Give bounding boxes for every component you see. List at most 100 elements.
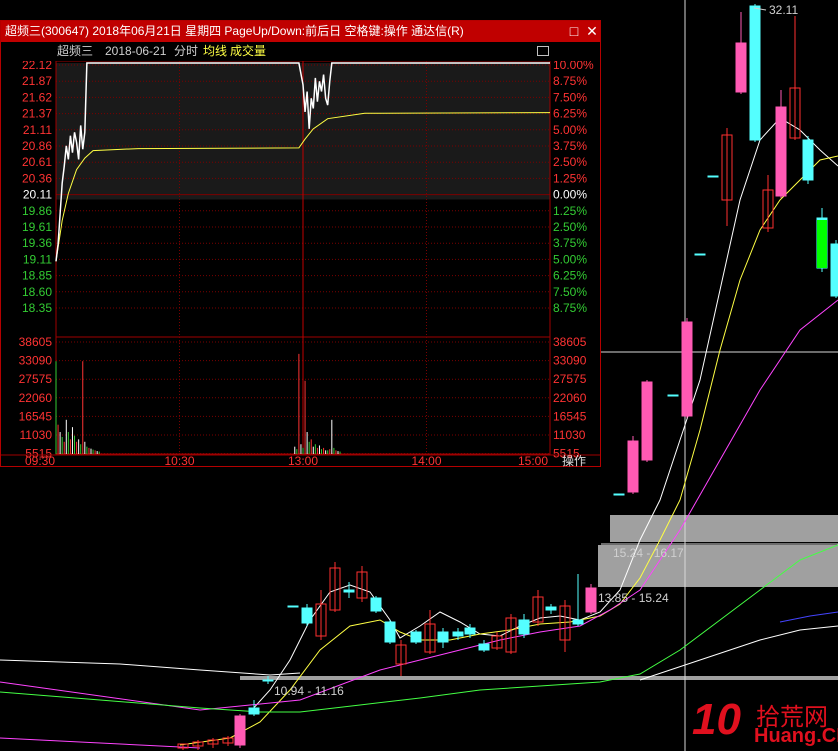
stock-name: 超频三 [57,44,94,58]
candle-body [478,643,490,651]
pct-tick-label: 8.75% [553,301,587,315]
time-tick-label: 09:30 [25,454,55,467]
candle-body [370,597,382,612]
gap-label: 15.24 - 16.17 [613,546,684,560]
candle-body [707,175,719,178]
price-tick-label: 20.11 [23,188,52,202]
pct-tick-label: 2.50% [553,220,587,234]
candle-body [641,381,653,461]
candle-body [287,605,299,608]
price-tick-label: 20.36 [22,171,52,185]
high-price-label: 32.11 [769,3,798,17]
pct-tick-label: 5.00% [553,123,587,137]
volume-tick-label: 22060 [19,391,53,405]
candle-body [817,220,827,268]
candle-body [613,493,625,496]
candle-body [384,621,396,643]
restore-icon[interactable]: □ [566,23,582,39]
minimize-icon[interactable] [537,46,549,56]
price-tick-label: 21.62 [22,90,52,104]
ma120-line [639,625,838,681]
pct-tick-label: 10.00% [553,61,594,72]
pct-tick-label: 2.50% [553,155,587,169]
candle-body [749,5,761,141]
pct-tick-label: 7.50% [553,90,587,104]
popup-title: 超频三(300647) 2018年06月21日 星期四 PageUp/Down:… [5,24,464,38]
candle-body [545,606,557,611]
chart-mode: 分时 [174,44,199,58]
candle-body [343,589,355,593]
candle-body [518,619,530,635]
volume-tick-label: 38605 [19,335,53,349]
candle-body [775,106,787,197]
pct-tick-label: 6.25% [553,269,587,283]
price-tick-label: 20.86 [22,139,52,153]
candle-body [667,394,679,397]
avg-line-legend: 均线 [203,44,228,58]
gap-band [610,515,838,542]
price-tick-label: 21.87 [22,74,52,88]
candle-body [694,253,706,256]
intraday-popup-window[interactable]: 超频三(300647) 2018年06月21日 星期四 PageUp/Down:… [0,20,601,469]
ma20-line [0,737,201,749]
pct-tick-label: 5.00% [553,252,587,266]
price-tick-label: 19.36 [22,236,52,250]
volume-legend: 成交量 [230,44,267,58]
price-tick-label: 22.12 [22,61,52,72]
pct-tick-label: 3.75% [553,236,587,250]
volume-tick-label: 27575 [19,372,53,386]
volume-tick-label: 11030 [20,428,53,442]
gap-label: 10.94 - 11.16 [274,684,344,698]
pct-tick-label: 1.25% [553,204,587,218]
candle-body [585,587,597,613]
candle-body [301,607,313,624]
volume-tick-label: 16545 [19,409,53,423]
ma5-line [0,659,301,676]
candle-body [464,627,476,635]
time-tick-label: 14:00 [411,454,441,467]
ma250-line [779,611,838,623]
pct-tick-label: 7.50% [553,285,587,299]
pct-tick-label: 0.00% [553,188,587,202]
price-tick-label: 19.86 [22,204,52,218]
pct-tick-label: 3.75% [553,139,587,153]
candle-body [262,679,274,682]
candle-body [830,243,838,297]
volume-tick-label: 38605 [553,335,587,349]
candle-body [248,707,260,715]
candle-body [437,631,449,643]
gap-label: 13.85 - 15.24 [598,591,669,605]
candle-body [735,42,747,93]
intraday-chart: 22.12 10.00% 21.87 8.75% 21.62 7.50% 21.37 6.25… [1,61,600,467]
volume-tick-label: 22060 [553,391,587,405]
site-watermark-logo: 10 拾荒网 Huang.CN [692,693,838,751]
gap-band [240,676,838,680]
popup-info-bar: 超频三 2018-06-21 分时 均线 成交量 [1,42,600,60]
candle-body [452,631,464,637]
time-tick-label: 10:30 [164,454,194,467]
candle-body [410,631,422,643]
close-icon[interactable]: ✕ [584,23,600,39]
pct-tick-label: 8.75% [553,74,587,88]
volume-tick-label: 33090 [19,354,53,368]
popup-title-bar[interactable]: 超频三(300647) 2018年06月21日 星期四 PageUp/Down:… [1,21,600,42]
price-tick-label: 19.11 [23,252,52,266]
operate-button[interactable]: 操作 [562,452,586,469]
candle-body [572,619,584,625]
price-tick-label: 21.11 [23,123,52,137]
price-tick-label: 19.61 [22,220,52,234]
chart-date: 2018-06-21 [105,44,167,58]
volume-tick-label: 33090 [553,354,587,368]
volume-tick-label: 27575 [553,372,587,386]
price-tick-label: 18.60 [22,285,52,299]
brand-number: 10 [692,695,741,744]
candle-body [234,715,246,746]
price-tick-label: 21.37 [22,107,52,121]
price-tick-label: 20.61 [22,155,52,169]
volume-tick-label: 16545 [553,409,587,423]
candle-body [802,139,814,181]
volume-tick-label: 11030 [553,428,586,442]
candle-body [681,321,693,417]
time-tick-label: 15:00 [518,454,548,467]
time-tick-label: 13:00 [288,454,318,467]
